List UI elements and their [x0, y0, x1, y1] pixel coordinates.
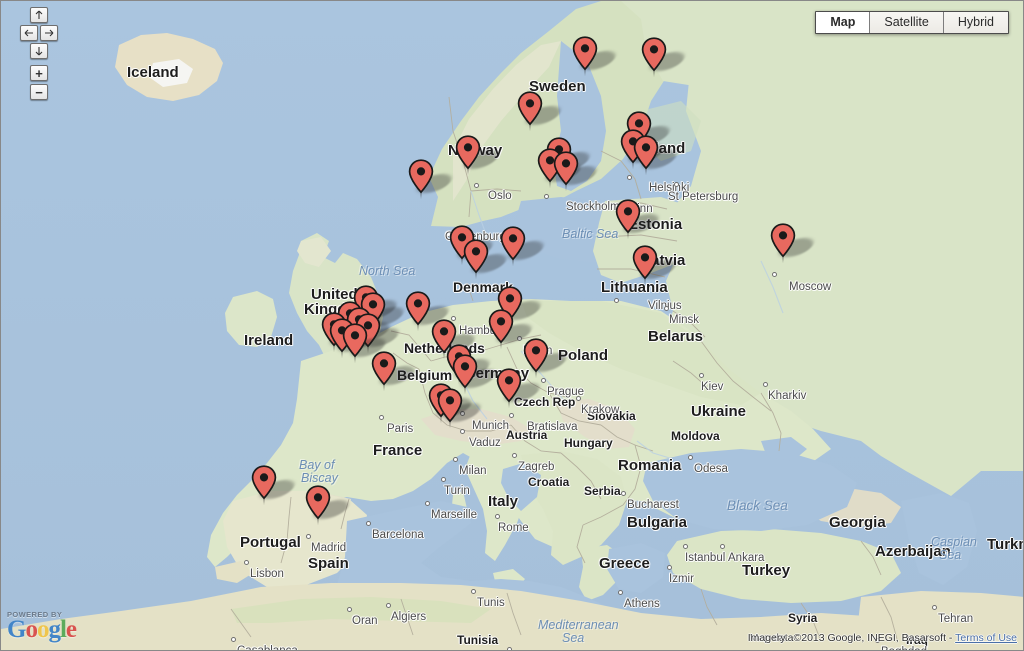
marker-amsterdam[interactable] [405, 291, 455, 333]
zoom-in-label: + [35, 65, 43, 81]
marker-southern-sweden[interactable] [500, 226, 550, 268]
map-pin-icon [615, 199, 641, 239]
marker-oslo[interactable] [455, 135, 505, 177]
attribution-overlap: Imagery Map data [747, 632, 794, 644]
map-pin-icon [488, 309, 514, 349]
map-type-satellite-button[interactable]: Satellite [870, 12, 944, 33]
map-pin-icon [496, 368, 522, 408]
marker-central-sweden[interactable] [517, 91, 567, 133]
marker-stockholm-3[interactable] [553, 151, 603, 193]
pan-right-button[interactable] [40, 25, 58, 41]
map-pin-icon [572, 36, 598, 76]
marker-portugal-north[interactable] [251, 465, 301, 507]
arrow-right-icon [45, 29, 54, 37]
marker-helsinki-2[interactable] [633, 135, 683, 177]
zoom-in-button[interactable]: + [30, 65, 48, 81]
marker-riga[interactable] [615, 199, 665, 241]
map-pin-icon [342, 323, 368, 363]
map-type-map-button[interactable]: Map [816, 12, 871, 33]
marker-leipzig[interactable] [488, 309, 538, 351]
map-pin-icon [405, 291, 431, 331]
map-pin-icon [455, 135, 481, 175]
map-pin-icon [463, 239, 489, 279]
map-pin-icon [632, 245, 658, 285]
marker-vilnius[interactable] [632, 245, 682, 287]
marker-prague[interactable] [523, 338, 573, 380]
attribution-copyright: ©2013 Google, INEGI, Basarsoft - [793, 632, 953, 644]
marker-munich[interactable] [496, 368, 546, 410]
marker-northern-sweden-1[interactable] [572, 36, 622, 78]
arrow-up-icon [35, 10, 43, 19]
map-pin-icon [437, 388, 463, 428]
marker-denmark-2[interactable] [463, 239, 513, 281]
pan-down-button[interactable] [30, 43, 48, 59]
marker-moscow[interactable] [770, 223, 820, 265]
marker-uk-6[interactable] [342, 323, 392, 365]
map-type-control[interactable]: Map Satellite Hybrid [815, 11, 1009, 34]
arrow-left-icon [24, 29, 33, 37]
map-pin-icon [251, 465, 277, 505]
map-pin-icon [641, 37, 667, 77]
map-pin-icon [371, 351, 397, 391]
map-attribution: Imagery Map data©2013 Google, INEGI, Basa… [747, 632, 1017, 644]
map-pin-icon [408, 159, 434, 199]
map-pin-icon [523, 338, 549, 378]
pan-up-button[interactable] [30, 7, 48, 23]
marker-western-norway[interactable] [408, 159, 458, 201]
pan-zoom-control[interactable]: + − [16, 7, 62, 100]
marker-zurich-2[interactable] [437, 388, 487, 430]
attribution-imagery: Imagery [747, 632, 786, 644]
marker-madrid[interactable] [305, 485, 355, 527]
map-pin-icon [305, 485, 331, 525]
map-pin-icon [500, 226, 526, 266]
marker-paris[interactable] [371, 351, 421, 393]
zoom-out-button[interactable]: − [30, 84, 48, 100]
map-viewport[interactable]: IcelandNorwaySwedenFinlandEstoniaLatviaL… [0, 0, 1024, 651]
zoom-out-label: − [35, 84, 43, 100]
map-pin-icon [633, 135, 659, 175]
map-pin-icon [553, 151, 579, 191]
marker-northern-finland[interactable] [641, 37, 691, 79]
terms-of-use-link[interactable]: Terms of Use [955, 632, 1017, 644]
map-pin-icon [770, 223, 796, 263]
map-pin-icon [517, 91, 543, 131]
map-type-hybrid-button[interactable]: Hybrid [943, 12, 1008, 33]
arrow-down-icon [35, 47, 43, 56]
pan-left-button[interactable] [20, 25, 38, 41]
